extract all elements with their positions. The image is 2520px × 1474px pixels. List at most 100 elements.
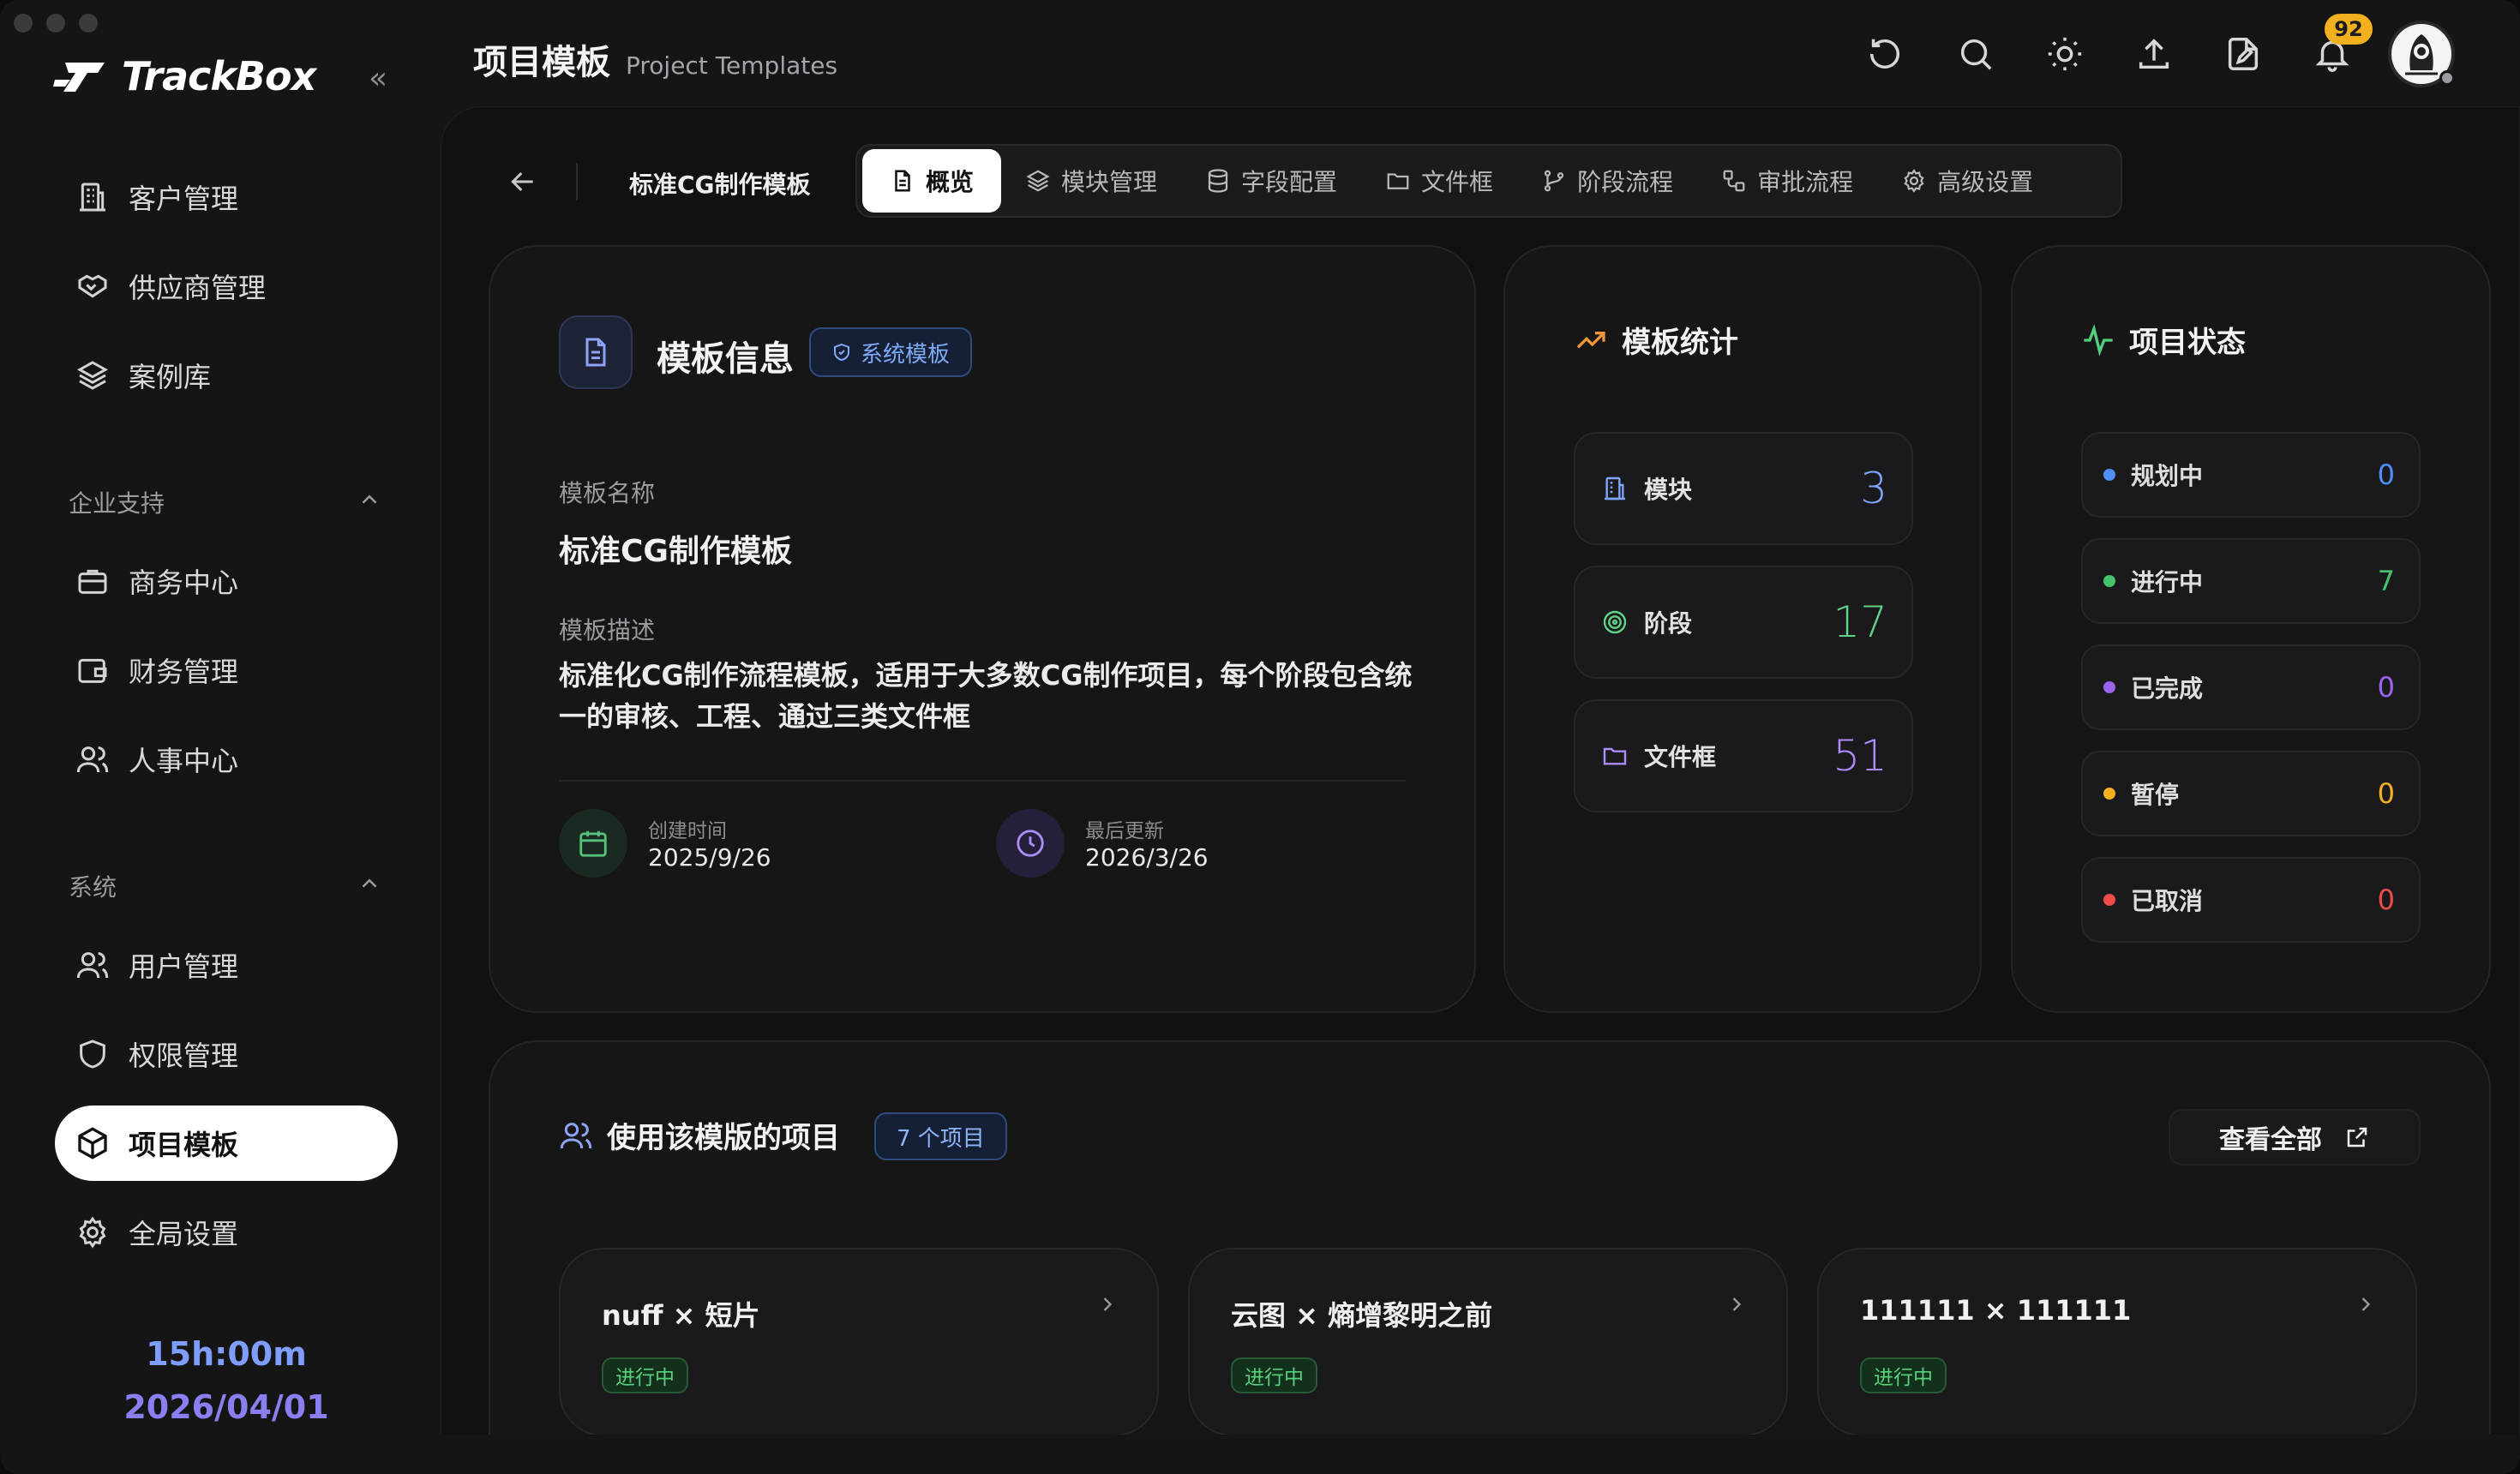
file-icon — [895, 170, 910, 192]
sidebar-item-global-settings[interactable]: 全局设置 — [55, 1195, 398, 1270]
sidebar: TrackBox « 客户管理 供应商管理 案例库 企业支持 商务中心 财务管理 — [0, 0, 441, 1474]
stat-row-file-boxes: 文件框 51 — [1574, 699, 1913, 812]
breadcrumb: 标准CG制作模板 — [629, 171, 811, 199]
project-card[interactable]: 云图 × 熵增黎明之前 进行中 — [1188, 1248, 1788, 1436]
wallet-icon — [78, 658, 107, 683]
collapse-sidebar-icon[interactable]: « — [369, 63, 387, 94]
chevron-up-icon[interactable] — [357, 871, 382, 896]
refresh-icon[interactable] — [1865, 34, 1905, 74]
view-all-button[interactable]: 查看全部 — [2169, 1109, 2421, 1165]
sidebar-item-business[interactable]: 商务中心 — [55, 543, 398, 619]
tab-overview[interactable]: 概览 — [862, 149, 1002, 213]
project-status-badge: 进行中 — [1860, 1357, 1947, 1393]
building-icon — [1605, 476, 1625, 500]
target-icon — [1603, 610, 1627, 634]
project-name: 云图 × 熵增黎明之前 — [1231, 1299, 1493, 1332]
project-status-badge: 进行中 — [602, 1357, 688, 1393]
stat-row-stages: 阶段 17 — [1574, 566, 1913, 679]
template-name-value: 标准CG制作模板 — [559, 534, 792, 569]
stat-value: 51 — [1833, 731, 1887, 781]
sidebar-item-customers[interactable]: 客户管理 — [55, 159, 398, 235]
sidebar-item-label: 商务中心 — [129, 566, 239, 599]
tab-label: 字段配置 — [1241, 168, 1338, 196]
template-name-label: 模板名称 — [559, 479, 656, 507]
calendar-glyph — [579, 830, 607, 857]
stats-heading: 模板统计 — [1574, 319, 1738, 361]
project-card[interactable]: 111111 × 111111 进行中 — [1817, 1248, 2417, 1436]
status-value: 7 — [2377, 565, 2395, 597]
back-arrow-icon[interactable] — [506, 165, 540, 199]
app-name: TrackBox — [122, 53, 316, 99]
tab-file-boxes[interactable]: 文件框 — [1361, 149, 1517, 213]
status-dot — [2103, 575, 2115, 587]
layers-icon — [76, 361, 109, 390]
box-icon — [78, 1127, 107, 1159]
status-dot — [2103, 788, 2115, 800]
status-dot — [2103, 469, 2115, 481]
created-label: 创建时间 — [648, 820, 727, 842]
clock-icon — [996, 809, 1065, 878]
template-desc-value: 标准化CG制作流程模板，适用于大多数CG制作项目，每个阶段包含统一的审核、工程、… — [559, 659, 1413, 733]
tab-label: 高级设置 — [1937, 168, 2034, 196]
users-icon — [76, 746, 109, 773]
project-card[interactable]: nuff × 短片 进行中 — [559, 1248, 1159, 1436]
minimize-window-button[interactable] — [46, 14, 65, 33]
status-value: 0 — [2377, 884, 2395, 916]
file-edit-icon[interactable] — [2223, 34, 2263, 74]
sidebar-item-permissions[interactable]: 权限管理 — [55, 1016, 398, 1092]
sidebar-item-users[interactable]: 用户管理 — [55, 927, 398, 1003]
tab-approval-flow[interactable]: 审批流程 — [1697, 149, 1877, 213]
tab-fields[interactable]: 字段配置 — [1181, 149, 1361, 213]
bottom-edge — [441, 1435, 2520, 1474]
project-status-badge: 进行中 — [1231, 1357, 1317, 1393]
divider — [559, 780, 1406, 782]
status-label: 已完成 — [2131, 674, 2204, 703]
gear-icon — [79, 1216, 106, 1249]
tab-advanced[interactable]: 高级设置 — [1877, 149, 2057, 213]
layers-icon — [1026, 170, 1050, 192]
notification-badge: 92 — [2325, 14, 2373, 45]
updated-label: 最后更新 — [1085, 820, 1164, 842]
upload-icon[interactable] — [2134, 34, 2174, 74]
logo-icon — [53, 63, 105, 92]
app-logo[interactable]: TrackBox — [53, 53, 316, 99]
sidebar-item-cases[interactable]: 案例库 — [55, 338, 398, 413]
status-label: 进行中 — [2131, 568, 2204, 596]
sidebar-item-label: 案例库 — [129, 361, 212, 393]
status-title: 项目状态 — [2129, 326, 2246, 360]
badge-label: 系统模板 — [861, 341, 951, 368]
sun-icon[interactable] — [2045, 34, 2085, 74]
document-icon — [585, 338, 606, 367]
system-template-badge: 系统模板 — [809, 327, 973, 377]
close-window-button[interactable] — [14, 14, 33, 33]
status-dot — [2103, 894, 2115, 906]
activity-icon — [2084, 323, 2113, 357]
maximize-window-button[interactable] — [79, 14, 98, 33]
tab-modules[interactable]: 模块管理 — [1001, 149, 1181, 213]
status-row-cancelled: 已取消 0 — [2081, 857, 2421, 943]
sidebar-item-label: 用户管理 — [129, 950, 239, 983]
briefcase-icon — [78, 569, 107, 594]
status-dot — [2103, 681, 2115, 693]
sidebar-item-suppliers[interactable]: 供应商管理 — [55, 249, 398, 324]
projects-count-badge: 7 个项目 — [874, 1112, 1007, 1160]
page-title-zh: 项目模板 — [473, 43, 610, 82]
tab-label: 文件框 — [1421, 168, 1494, 196]
sidebar-item-project-templates[interactable]: 项目模板 — [55, 1106, 398, 1181]
created-value: 2025/9/26 — [648, 843, 771, 872]
stat-row-modules: 模块 3 — [1574, 432, 1913, 545]
sidebar-item-finance[interactable]: 财务管理 — [55, 632, 398, 708]
search-icon[interactable] — [1956, 34, 1995, 74]
tab-stage-flow[interactable]: 阶段流程 — [1517, 149, 1697, 213]
sidebar-item-hr[interactable]: 人事中心 — [55, 722, 398, 797]
status-value: 0 — [2377, 671, 2395, 704]
view-all-label: 查看全部 — [2219, 1125, 2322, 1155]
status-row-paused: 暂停 0 — [2081, 751, 2421, 836]
tab-label: 模块管理 — [1061, 168, 1158, 196]
chevron-up-icon[interactable] — [357, 487, 382, 512]
calendar-icon — [559, 809, 627, 878]
shield-check-icon — [834, 343, 849, 362]
handshake-icon — [78, 274, 107, 298]
branch-icon — [1544, 170, 1564, 192]
status-label: 已取消 — [2131, 887, 2204, 915]
